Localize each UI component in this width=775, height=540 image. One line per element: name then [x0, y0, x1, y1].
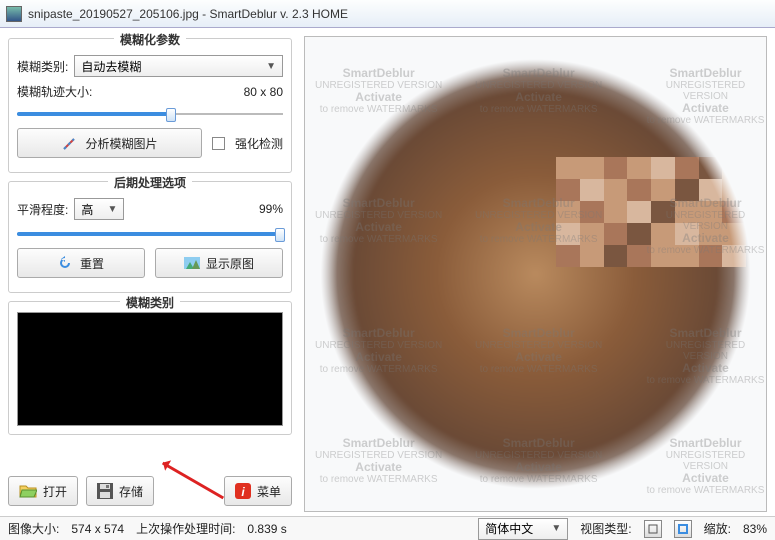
menu-button[interactable]: i 菜单: [224, 476, 292, 506]
btn-label: 显示原图: [206, 255, 254, 272]
btn-label: 重置: [80, 255, 104, 272]
chevron-down-icon: ▼: [551, 523, 561, 534]
language-combo[interactable]: 简体中文 ▼: [478, 518, 568, 540]
analyze-button[interactable]: 分析模糊图片: [17, 128, 202, 158]
watermark-text: SmartDeblurUNREGISTERED VERSIONActivatet…: [645, 437, 766, 496]
image-preview[interactable]: SmartDeblurUNREGISTERED VERSIONActivatet…: [304, 36, 767, 512]
track-size-value: 80 x 80: [244, 85, 283, 99]
smooth-pct-value: 99%: [259, 202, 283, 216]
viewtype-actual-button[interactable]: [674, 520, 692, 538]
watermark-text: SmartDeblurUNREGISTERED VERSIONActivatet…: [315, 67, 442, 115]
size-label: 图像大小:: [8, 520, 59, 537]
watermark-text: SmartDeblurUNREGISTERED VERSIONActivatet…: [645, 327, 766, 386]
post-process-group: 后期处理选项 平滑程度: 高 ▼ 99%: [8, 181, 292, 293]
track-size-slider[interactable]: [17, 106, 283, 122]
viewtype-fit-button[interactable]: [644, 520, 662, 538]
folder-open-icon: [19, 483, 37, 499]
smooth-slider[interactable]: [17, 226, 283, 242]
watermark-text: SmartDeblurUNREGISTERED VERSIONActivatet…: [475, 197, 602, 245]
watermark-text: SmartDeblurUNREGISTERED VERSIONActivatet…: [645, 67, 766, 126]
info-icon: i: [235, 483, 251, 499]
reset-button[interactable]: 重置: [17, 248, 145, 278]
chevron-down-icon: ▼: [266, 61, 276, 72]
btn-label: 打开: [43, 483, 67, 500]
watermark-text: SmartDeblurUNREGISTERED VERSIONActivatet…: [315, 327, 442, 375]
kernel-preview: [17, 312, 283, 426]
watermark-text: SmartDeblurUNREGISTERED VERSIONActivatet…: [315, 197, 442, 245]
show-original-button[interactable]: 显示原图: [155, 248, 283, 278]
status-bar: 图像大小: 574 x 574 上次操作处理时间: 0.839 s 简体中文 ▼…: [0, 516, 775, 540]
btn-label: 存储: [119, 483, 143, 500]
zoom-label: 缩放:: [704, 520, 731, 537]
time-label: 上次操作处理时间:: [136, 520, 235, 537]
blur-type-label: 模糊类别:: [17, 58, 68, 75]
floppy-icon: [97, 483, 113, 499]
watermark-text: SmartDeblurUNREGISTERED VERSIONActivatet…: [475, 327, 602, 375]
window-title: snipaste_20190527_205106.jpg - SmartDebl…: [28, 7, 348, 21]
viewtype-label: 视图类型:: [580, 520, 631, 537]
blur-type-combo[interactable]: 自动去模糊 ▼: [74, 55, 283, 77]
enhance-checkbox[interactable]: [212, 137, 225, 150]
wand-icon: [61, 134, 79, 152]
watermark-text: SmartDeblurUNREGISTERED VERSIONActivatet…: [315, 437, 442, 485]
smooth-label: 平滑程度:: [17, 201, 68, 218]
track-size-label: 模糊轨迹大小:: [17, 83, 92, 100]
group-legend: 模糊化参数: [114, 31, 186, 48]
combo-value: 自动去模糊: [81, 58, 141, 75]
combo-value: 简体中文: [485, 520, 533, 537]
save-button[interactable]: 存储: [86, 476, 154, 506]
watermark-text: SmartDeblurUNREGISTERED VERSIONActivatet…: [645, 197, 766, 256]
kernel-group: 模糊类别: [8, 301, 292, 435]
watermark-text: SmartDeblurUNREGISTERED VERSIONActivatet…: [475, 67, 602, 115]
zoom-value: 83%: [743, 522, 767, 536]
group-legend: 后期处理选项: [108, 174, 192, 191]
size-value: 574 x 574: [71, 522, 124, 536]
combo-value: 高: [81, 201, 93, 218]
btn-label: 菜单: [257, 483, 281, 500]
app-icon: [6, 6, 22, 22]
group-legend: 模糊类别: [120, 294, 180, 311]
smooth-combo[interactable]: 高 ▼: [74, 198, 124, 220]
chevron-down-icon: ▼: [107, 204, 117, 215]
undo-icon: [58, 255, 74, 271]
enhance-label: 强化检测: [235, 135, 283, 152]
btn-label: 分析模糊图片: [85, 135, 157, 152]
watermark-text: SmartDeblurUNREGISTERED VERSIONActivatet…: [475, 437, 602, 485]
blur-params-group: 模糊化参数 模糊类别: 自动去模糊 ▼ 模糊轨迹大小: 80 x 80: [8, 38, 292, 173]
time-value: 0.839 s: [247, 522, 286, 536]
picture-icon: [184, 257, 200, 269]
open-button[interactable]: 打开: [8, 476, 78, 506]
